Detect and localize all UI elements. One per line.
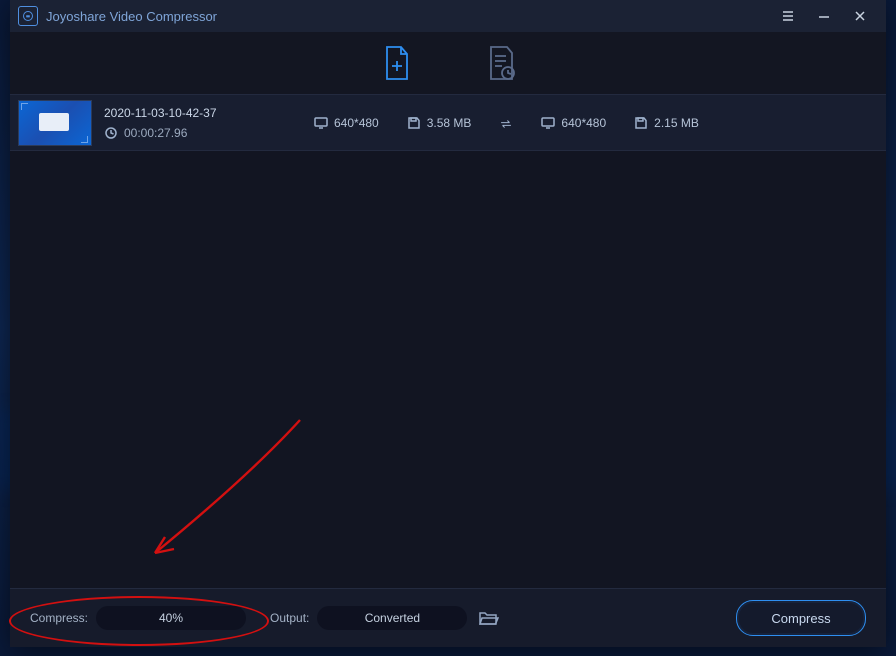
title-bar: Joyoshare Video Compressor: [10, 0, 886, 32]
menu-button[interactable]: [770, 0, 806, 32]
monitor-icon: [541, 117, 555, 129]
file-row[interactable]: 2020-11-03-10-42-37 00:00:27.96 640*480 …: [10, 95, 886, 151]
annotation-ellipse: [9, 596, 269, 646]
target-resolution: 640*480: [561, 116, 606, 130]
open-folder-button[interactable]: [477, 607, 499, 629]
compress-button[interactable]: Compress: [736, 600, 866, 636]
toolbar: [10, 32, 886, 95]
close-button[interactable]: [842, 0, 878, 32]
minimize-button[interactable]: [806, 0, 842, 32]
history-list-button[interactable]: [486, 45, 516, 81]
target-size: 2.15 MB: [654, 116, 699, 130]
clock-icon: [104, 127, 118, 139]
add-file-button[interactable]: [381, 45, 411, 81]
source-resolution: 640*480: [334, 116, 379, 130]
disk-icon: [407, 117, 421, 129]
file-name: 2020-11-03-10-42-37: [104, 106, 314, 120]
output-folder-field[interactable]: Converted: [317, 606, 467, 630]
app-logo-icon: [18, 6, 38, 26]
file-duration: 00:00:27.96: [124, 126, 187, 140]
app-title: Joyoshare Video Compressor: [46, 9, 217, 24]
monitor-icon: [314, 117, 328, 129]
convert-arrows-icon: [499, 117, 513, 129]
video-thumbnail: [18, 100, 92, 146]
output-label: Output:: [270, 611, 309, 625]
disk-icon: [634, 117, 648, 129]
annotation-arrow: [130, 415, 310, 575]
source-size: 3.58 MB: [427, 116, 472, 130]
